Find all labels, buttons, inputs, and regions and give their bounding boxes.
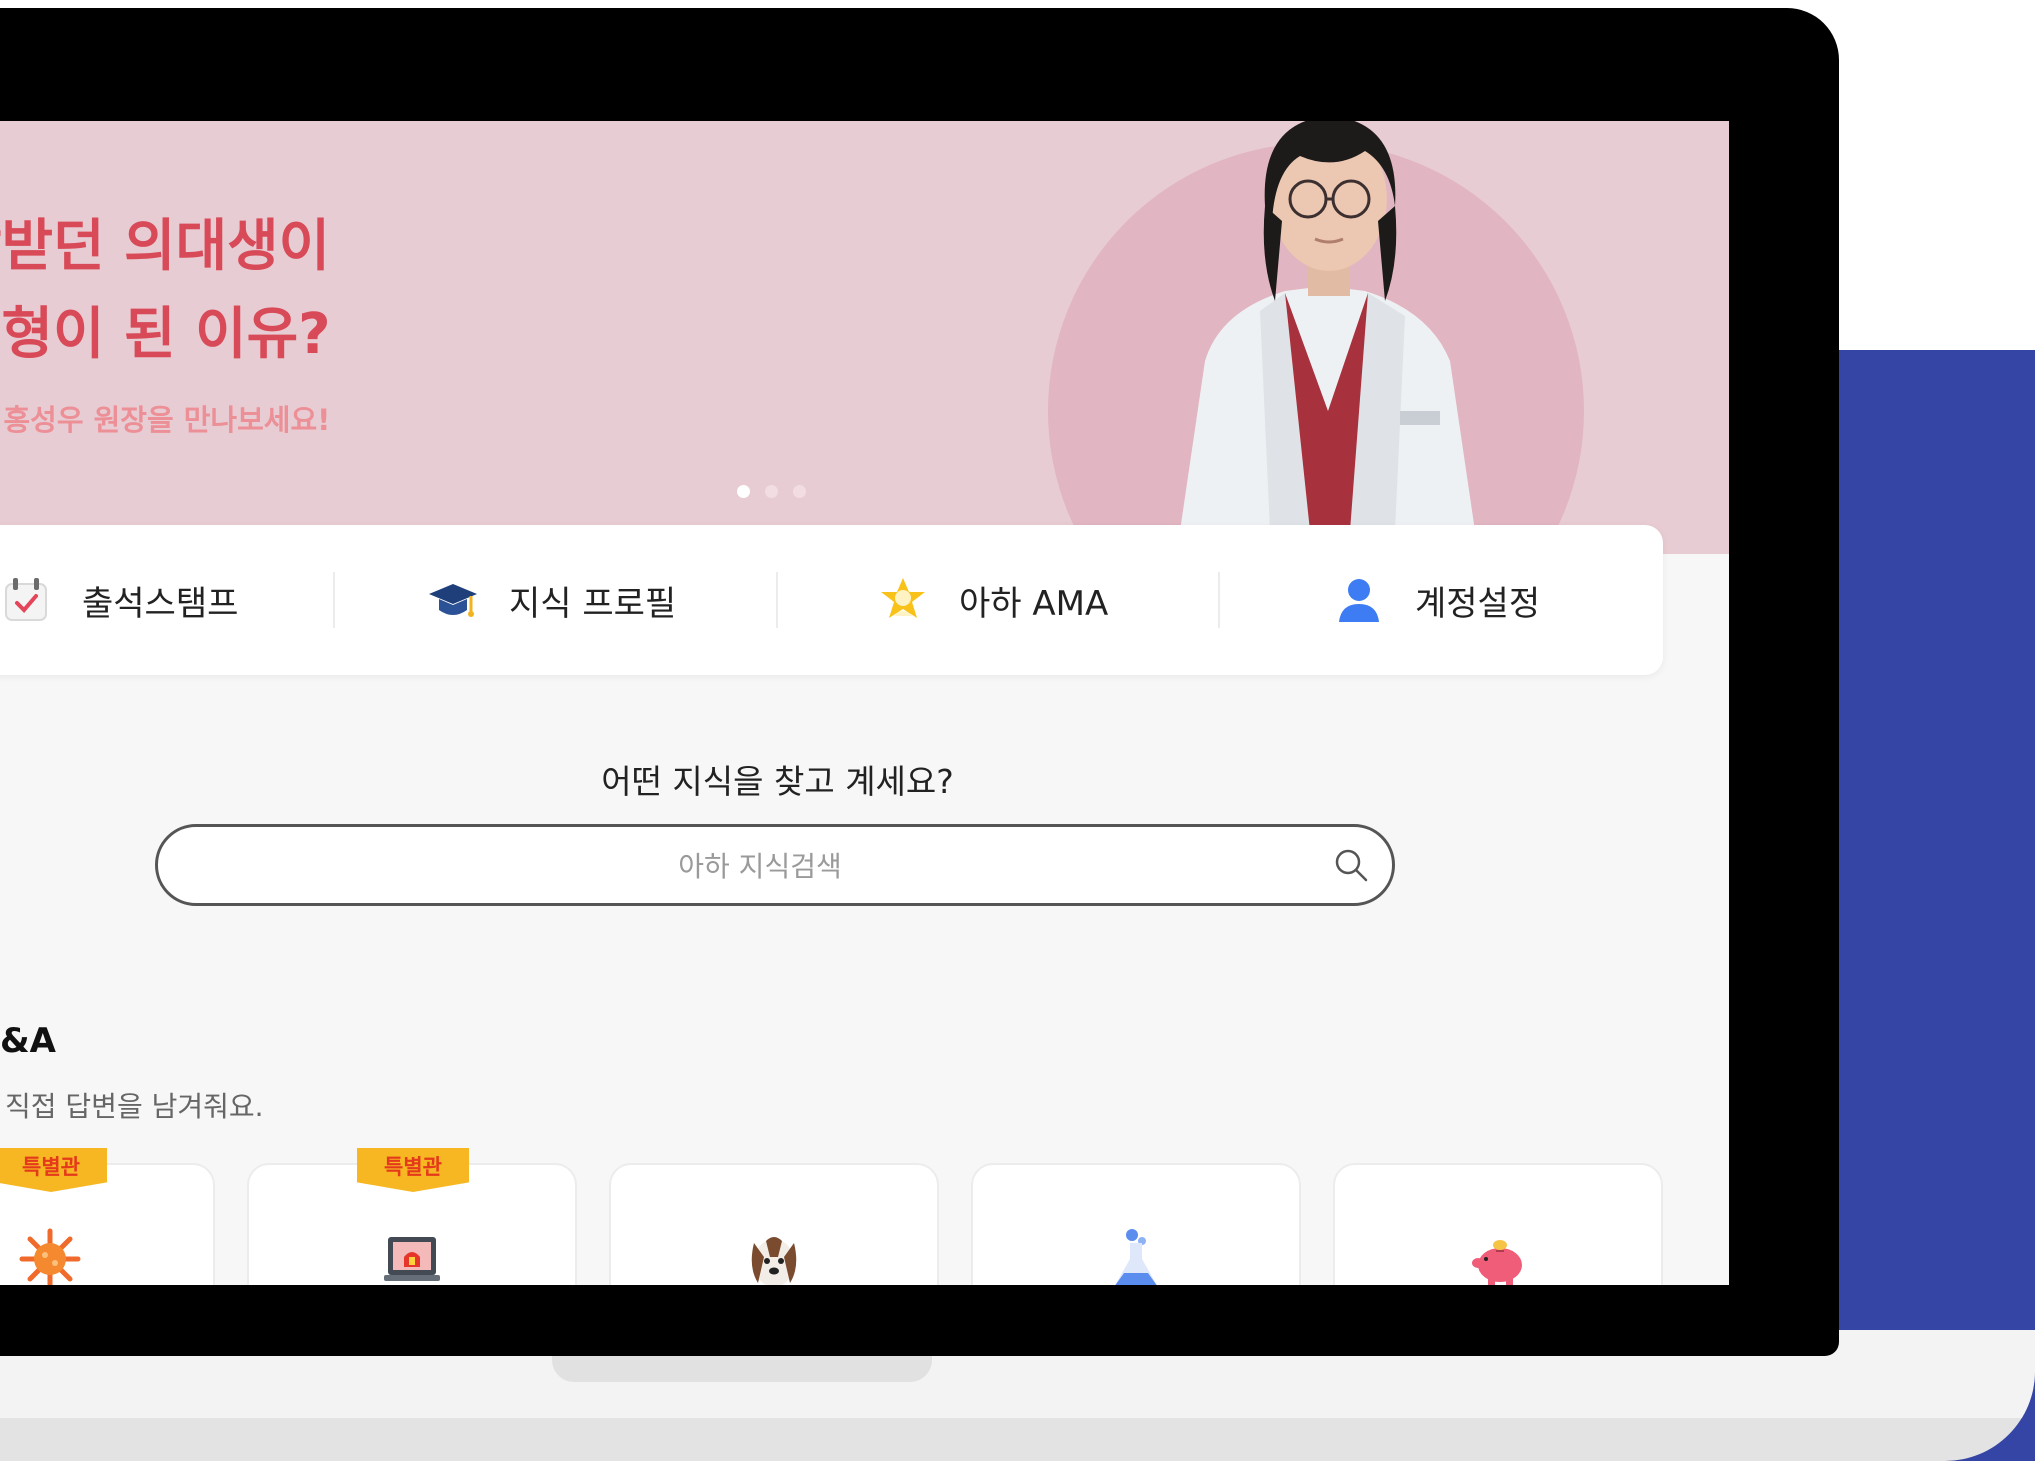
quick-menu: 출석스탬프 지식 프로필 아하 AMA 계정설정 (0, 525, 1663, 675)
search-input[interactable] (218, 837, 1302, 895)
graduation-cap-icon (429, 584, 477, 617)
qa-category-card[interactable] (1333, 1163, 1663, 1285)
banner-headline: 랑받던 의대생이투형이 된 이유? (0, 214, 331, 367)
background-accent-panel (1826, 350, 2035, 1461)
star-badge-icon (881, 578, 925, 618)
laptop-bezel: 랑받던 의대생이투형이 된 이유? 에서 홍성우 원장을 만나보세요! (0, 8, 1839, 1356)
flask-icon (1115, 1229, 1157, 1285)
menu-label: 출석스탬프 (82, 583, 239, 624)
user-icon (1339, 579, 1379, 622)
qa-section-subtitle: 직접 답변을 남겨줘요. (5, 1090, 264, 1123)
virus-icon (19, 1228, 81, 1285)
qa-category-card[interactable] (609, 1163, 939, 1285)
menu-item-aha-ama[interactable]: 아하 AMA (877, 525, 1108, 675)
app-screen: 랑받던 의대생이투형이 된 이유? 에서 홍성우 원장을 만나보세요! (0, 121, 1729, 1285)
search-question: 어떤 지식을 찾고 계세요? (601, 762, 954, 801)
qa-category-card[interactable] (971, 1163, 1301, 1285)
carousel-dot-1[interactable] (737, 485, 750, 498)
search-icon[interactable] (1333, 847, 1369, 883)
search-bar[interactable] (155, 824, 1395, 906)
banner-subtext: 에서 홍성우 원장을 만나보세요! (0, 403, 331, 437)
menu-label: 계정설정 (1415, 583, 1541, 624)
doctor-photo (1180, 121, 1475, 531)
qa-section-title: &A (0, 1021, 56, 1061)
carousel-dot-2[interactable] (765, 485, 778, 498)
dog-icon (751, 1237, 797, 1285)
menu-label: 아하 AMA (959, 583, 1109, 624)
carousel-dots (737, 485, 806, 498)
carousel-dot-3[interactable] (793, 485, 806, 498)
menu-item-attendance-stamp[interactable]: 출석스탬프 (0, 525, 238, 675)
calendar-check-icon (5, 578, 47, 621)
menu-label: 지식 프로필 (509, 583, 677, 624)
hero-banner[interactable]: 랑받던 의대생이투형이 된 이유? 에서 홍성우 원장을 만나보세요! (0, 121, 1729, 554)
menu-item-knowledge-profile[interactable]: 지식 프로필 (427, 525, 676, 675)
siren-laptop-icon (384, 1237, 440, 1281)
piggy-bank-icon (1472, 1240, 1522, 1285)
menu-item-account-settings[interactable]: 계정설정 (1333, 525, 1540, 675)
